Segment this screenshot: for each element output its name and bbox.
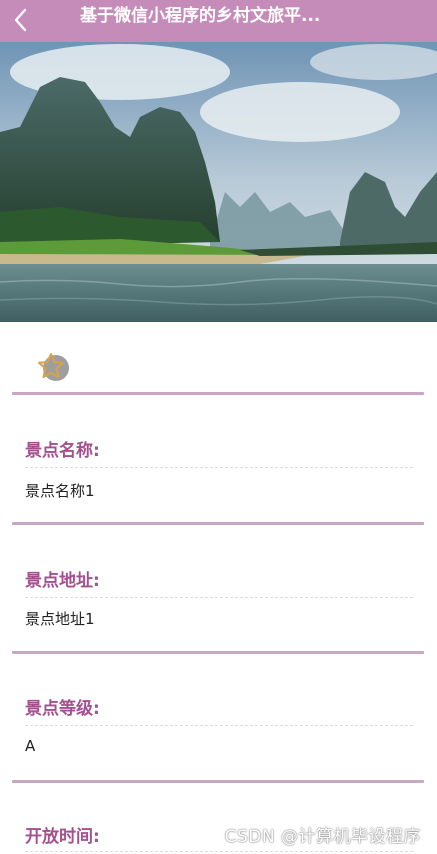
- watermark: CSDN @计算机毕设程序: [224, 827, 421, 847]
- dashed-separator: [25, 467, 413, 468]
- landscape-photo: [0, 42, 437, 322]
- page-title: 基于微信小程序的乡村文旅平...: [80, 6, 321, 26]
- section-divider: [12, 651, 424, 654]
- field-label: 景点名称:: [25, 441, 100, 461]
- dashed-separator: [25, 597, 413, 598]
- favorite-star-icon[interactable]: [36, 350, 70, 384]
- section-divider: [12, 522, 424, 525]
- section-divider: [12, 780, 424, 783]
- field-value: A: [25, 737, 36, 755]
- field-value: 景点名称1: [25, 482, 95, 500]
- field-label: 开放时间:: [25, 827, 100, 847]
- field-label: 景点地址:: [25, 571, 100, 591]
- back-chevron-icon[interactable]: [12, 6, 32, 34]
- field-value: 景点地址1: [25, 610, 95, 628]
- section-divider: [12, 392, 424, 395]
- dashed-separator: [25, 725, 413, 726]
- field-label: 景点等级:: [25, 699, 100, 719]
- nav-bar: 基于微信小程序的乡村文旅平...: [0, 0, 437, 42]
- dashed-separator: [25, 851, 413, 852]
